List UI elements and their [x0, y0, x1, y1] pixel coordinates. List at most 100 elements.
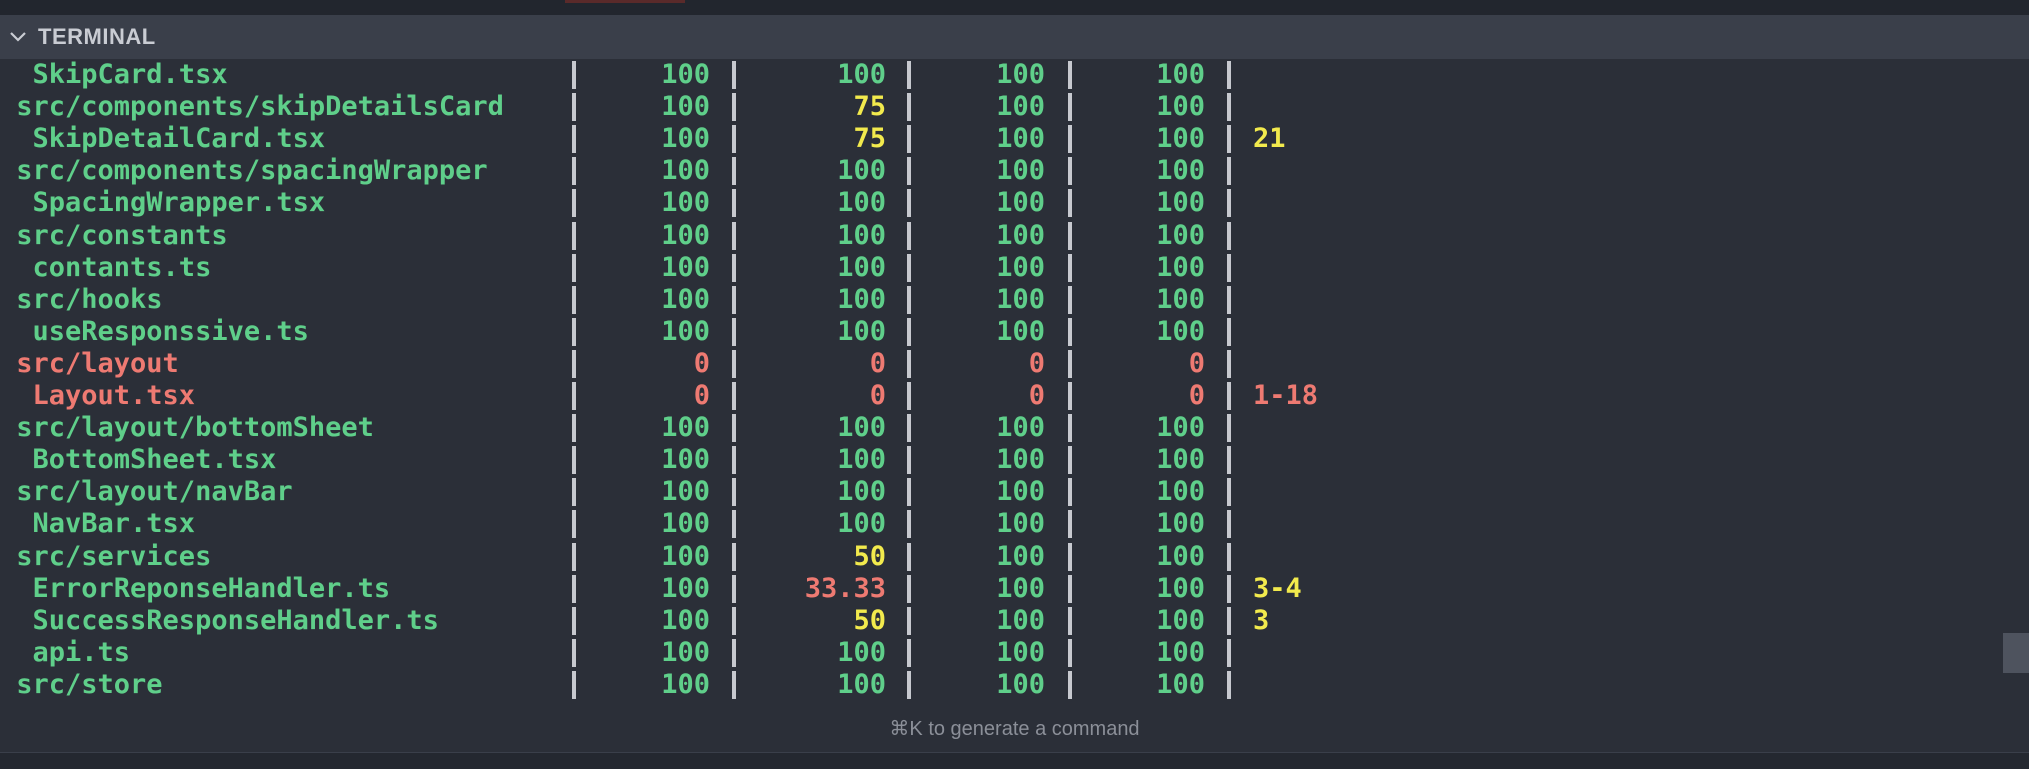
functions-pct: 100 [996, 219, 1045, 251]
uncovered-lines: 3 [1253, 604, 1270, 636]
column-separator [1068, 93, 1072, 122]
column-separator [572, 317, 576, 346]
column-separator [907, 382, 911, 410]
column-separator [1227, 414, 1231, 443]
column-separator [572, 638, 576, 667]
column-separator [907, 574, 911, 603]
branches-pct: 100 [837, 508, 886, 540]
branches-pct: 50 [853, 540, 886, 572]
file-name: Layout.tsx [0, 380, 196, 411]
functions-pct: 0 [1028, 347, 1045, 379]
lines-pct: 100 [1156, 668, 1205, 700]
coverage-row: src/constants 100 100 100 100 [0, 220, 1400, 252]
column-separator [907, 446, 911, 475]
column-separator [1227, 542, 1231, 571]
statements-pct: 100 [661, 123, 710, 155]
column-separator [1068, 414, 1072, 443]
statements-pct: 100 [661, 508, 710, 540]
column-separator [1068, 574, 1072, 603]
statements-pct: 0 [693, 347, 710, 379]
column-separator [572, 414, 576, 443]
column-separator [572, 670, 576, 699]
column-separator [732, 125, 736, 154]
column-separator [732, 349, 736, 378]
column-separator [1227, 510, 1231, 539]
terminal-panel-header[interactable]: TERMINAL [0, 15, 2029, 59]
statements-pct: 100 [661, 219, 710, 251]
coverage-row: src/hooks 100 100 100 100 [0, 284, 1400, 316]
functions-pct: 100 [996, 540, 1045, 572]
branches-pct: 100 [837, 668, 886, 700]
file-name: BottomSheet.tsx [0, 444, 277, 476]
branches-pct: 100 [837, 636, 886, 668]
functions-pct: 100 [996, 315, 1045, 347]
column-separator [907, 317, 911, 346]
generate-command-hint[interactable]: ⌘K to generate a command [0, 716, 2029, 741]
column-separator [907, 93, 911, 122]
lines-pct: 100 [1156, 219, 1205, 251]
file-name: src/layout/bottomSheet [0, 412, 374, 444]
column-separator [572, 606, 576, 635]
coverage-row: src/layout 0 0 0 0 [0, 348, 1400, 380]
column-separator [732, 221, 736, 250]
chevron-down-icon[interactable] [6, 25, 30, 49]
status-bar [0, 752, 2029, 769]
column-separator [1227, 221, 1231, 250]
file-name: SkipCard.tsx [0, 59, 228, 90]
column-separator [1068, 317, 1072, 346]
coverage-row: contants.ts 100 100 100 100 [0, 252, 1400, 284]
statements-pct: 100 [661, 251, 710, 283]
lines-pct: 100 [1156, 59, 1205, 90]
column-separator [907, 189, 911, 218]
file-name: src/layout [0, 347, 179, 379]
lines-pct: 100 [1156, 636, 1205, 668]
uncovered-lines: 21 [1253, 123, 1286, 155]
coverage-row: NavBar.tsx 100 100 100 100 [0, 508, 1400, 540]
branches-pct: 75 [853, 91, 886, 123]
functions-pct: 100 [996, 91, 1045, 123]
functions-pct: 100 [996, 283, 1045, 315]
branches-pct: 33.33 [804, 572, 886, 604]
column-separator [732, 478, 736, 507]
branches-pct: 100 [837, 155, 886, 187]
file-name: src/components/skipDetailsCard [0, 91, 504, 123]
lines-pct: 100 [1156, 251, 1205, 283]
column-separator [732, 606, 736, 635]
terminal-output[interactable]: SkipCard.tsx 100 100 100 100 src/components/… [0, 59, 2029, 709]
coverage-row: src/layout/navBar 100 100 100 100 [0, 476, 1400, 508]
lines-pct: 100 [1156, 412, 1205, 444]
file-name: src/hooks [0, 283, 163, 315]
column-separator [1227, 61, 1231, 89]
statements-pct: 0 [693, 380, 710, 411]
file-name: SkipDetailCard.tsx [0, 123, 326, 155]
column-separator [572, 157, 576, 186]
functions-pct: 100 [996, 187, 1045, 219]
column-separator [1068, 670, 1072, 699]
coverage-row: src/store 100 100 100 100 [0, 669, 1400, 701]
statements-pct: 100 [661, 91, 710, 123]
column-separator [1068, 510, 1072, 539]
statements-pct: 100 [661, 283, 710, 315]
branches-pct: 100 [837, 219, 886, 251]
file-name: src/store [0, 668, 163, 700]
column-separator [1227, 478, 1231, 507]
editor-top-strip [0, 0, 2029, 15]
file-name: src/layout/navBar [0, 476, 293, 508]
branches-pct: 100 [837, 444, 886, 476]
coverage-row: ErrorReponseHandler.ts 100 33.33 100 100 3-4 [0, 573, 1400, 605]
column-separator [1227, 157, 1231, 186]
lines-pct: 0 [1188, 380, 1205, 411]
file-name: api.ts [0, 636, 131, 668]
column-separator [732, 285, 736, 314]
column-separator [572, 61, 576, 89]
column-separator [1227, 93, 1231, 122]
coverage-row: Layout.tsx 0 0 0 0 1-18 [0, 380, 1400, 412]
coverage-row: src/components/skipDetailsCard 100 75 100 10… [0, 91, 1400, 123]
functions-pct: 100 [996, 155, 1045, 187]
functions-pct: 100 [996, 572, 1045, 604]
terminal-scrollbar-thumb[interactable] [2003, 633, 2029, 673]
lines-pct: 100 [1156, 604, 1205, 636]
branches-pct: 100 [837, 476, 886, 508]
column-separator [572, 349, 576, 378]
column-separator [1227, 670, 1231, 699]
